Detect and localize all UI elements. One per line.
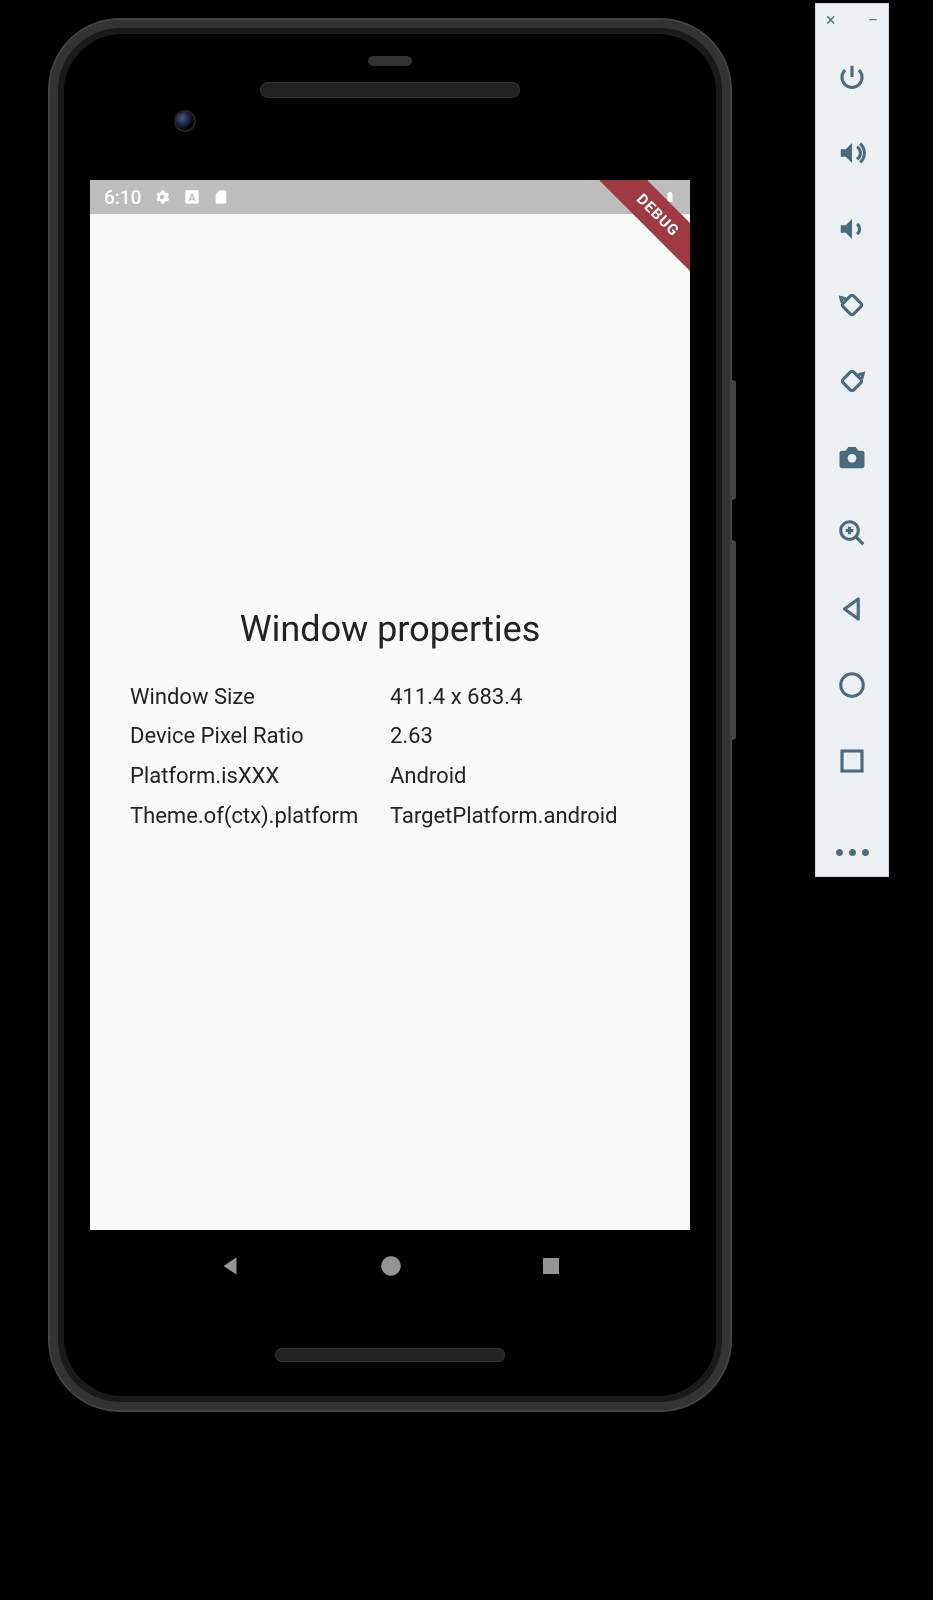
rotate-left-icon[interactable] — [830, 283, 874, 327]
nav-back-button[interactable] — [217, 1253, 243, 1279]
property-value: 2.63 — [390, 717, 650, 757]
phone-frame: 6:10 A — [50, 20, 730, 1410]
power-icon[interactable] — [830, 55, 874, 99]
property-row: Device Pixel Ratio 2.63 — [130, 717, 650, 757]
overview-icon[interactable] — [830, 739, 874, 783]
property-value: 411.4 x 683.4 — [390, 678, 650, 718]
home-icon[interactable] — [830, 663, 874, 707]
volume-up-icon[interactable] — [830, 131, 874, 175]
property-value: TargetPlatform.android — [390, 797, 650, 837]
property-label: Platform.isXXX — [130, 757, 390, 797]
nav-home-button[interactable] — [378, 1253, 404, 1279]
settings-icon — [153, 188, 171, 206]
volume-down-icon[interactable] — [830, 207, 874, 251]
minimize-button[interactable]: − — [868, 10, 878, 31]
front-camera — [174, 110, 196, 132]
property-label: Window Size — [130, 678, 390, 718]
side-button-1 — [730, 380, 736, 500]
zoom-icon[interactable] — [830, 511, 874, 555]
rotate-right-icon[interactable] — [830, 359, 874, 403]
status-bar: 6:10 A — [90, 180, 690, 214]
close-button[interactable]: × — [826, 10, 836, 31]
more-icon[interactable] — [836, 849, 869, 856]
property-row: Window Size 411.4 x 683.4 — [130, 678, 650, 718]
status-time: 6:10 — [104, 186, 141, 209]
autotext-icon: A — [183, 188, 201, 206]
property-label: Device Pixel Ratio — [130, 717, 390, 757]
android-nav-bar — [90, 1232, 690, 1300]
property-value: Android — [390, 757, 650, 797]
nav-overview-button[interactable] — [539, 1254, 563, 1278]
emulator-toolbar: × − — [815, 3, 889, 877]
status-left: 6:10 A — [104, 186, 229, 209]
side-button-2 — [730, 540, 736, 740]
property-row: Platform.isXXX Android — [130, 757, 650, 797]
speaker-bottom — [275, 1348, 505, 1362]
page-title: Window properties — [130, 608, 650, 650]
sd-card-icon — [213, 188, 229, 206]
toolbar-window-controls: × − — [816, 10, 888, 39]
device-screen: 6:10 A — [90, 180, 690, 1230]
property-row: Theme.of(ctx).platform TargetPlatform.an… — [130, 797, 650, 837]
sensor-pill — [368, 56, 412, 66]
speaker-top — [260, 82, 520, 98]
property-label: Theme.of(ctx).platform — [130, 797, 390, 837]
back-icon[interactable] — [830, 587, 874, 631]
svg-text:A: A — [189, 191, 197, 204]
app-content: Window properties Window Size 411.4 x 68… — [90, 214, 690, 1230]
camera-icon[interactable] — [830, 435, 874, 479]
